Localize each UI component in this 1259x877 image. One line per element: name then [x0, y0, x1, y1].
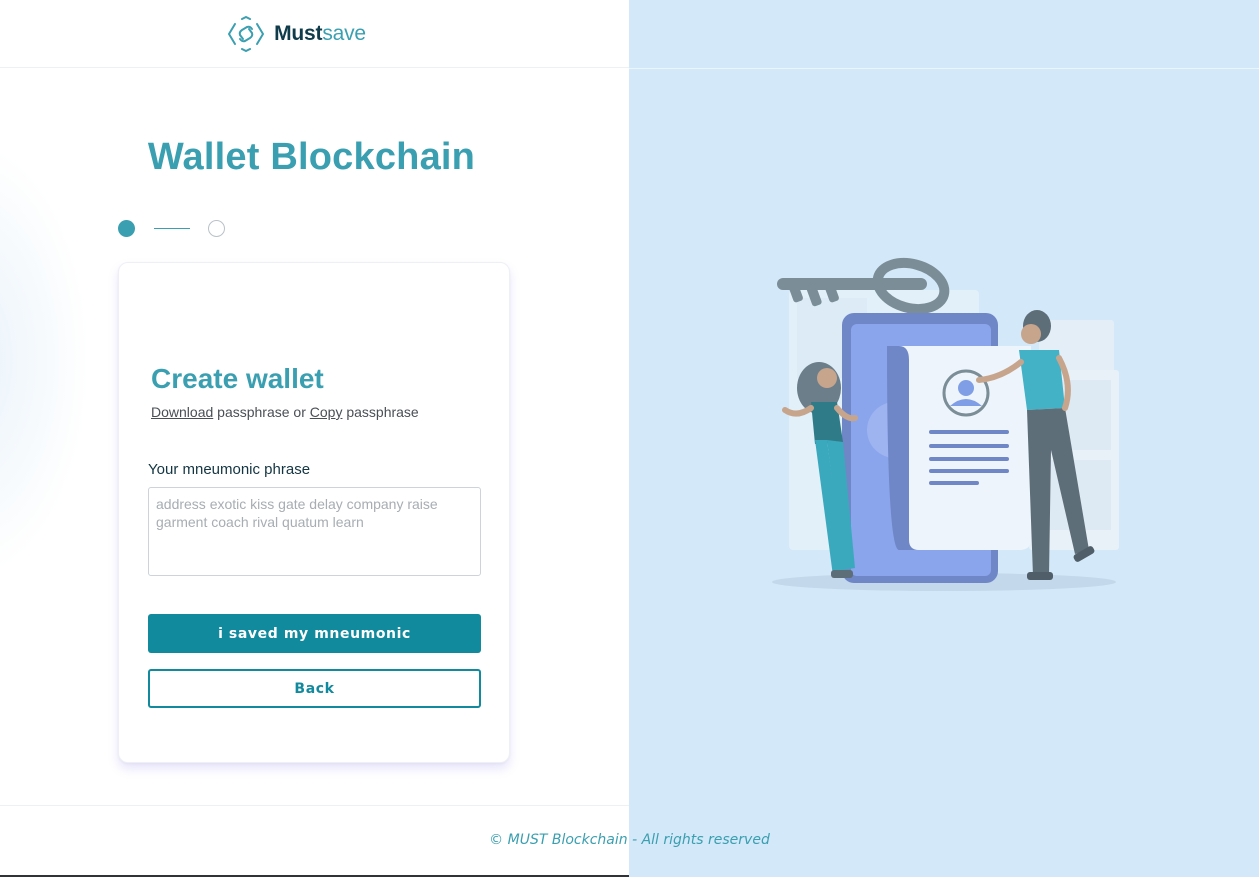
background-glow: [0, 140, 90, 580]
mnemonic-input[interactable]: [148, 487, 481, 576]
footer-copyright: © MUST Blockchain - All rights reserved: [489, 832, 770, 848]
card-title: Create wallet: [151, 363, 324, 394]
progress-stepper: [118, 219, 225, 237]
create-wallet-card: Create wallet Download passphrase or Cop…: [118, 262, 510, 763]
step-2-indicator: [208, 219, 225, 237]
step-connector: [154, 227, 190, 229]
hexagon-link-logo-icon: [227, 15, 265, 52]
left-panel: Mustsave Wallet Blockchain Create wallet…: [0, 0, 629, 877]
brand-name-part2: save: [322, 21, 366, 45]
brand-name-part1: Must: [274, 21, 323, 45]
download-passphrase-link[interactable]: Download: [151, 404, 213, 420]
right-panel: [629, 0, 1259, 877]
saved-mnemonic-button[interactable]: i saved my mneumonic: [148, 614, 481, 653]
mnemonic-label: Your mneumonic phrase: [148, 461, 311, 478]
footer-divider: [0, 805, 629, 806]
card-subtitle: Download passphrase or Copy passphrase: [151, 404, 419, 420]
brand-name: Mustsave: [274, 22, 366, 46]
subtitle-text-2: passphrase: [342, 404, 419, 420]
step-1-indicator: [118, 219, 135, 237]
subtitle-text-1: passphrase or: [213, 404, 310, 420]
header: Mustsave: [0, 0, 629, 68]
page-title: Wallet Blockchain: [147, 136, 476, 178]
back-button[interactable]: Back: [148, 669, 481, 708]
brand-logo[interactable]: Mustsave: [227, 15, 366, 52]
copy-passphrase-link[interactable]: Copy: [310, 404, 343, 420]
wallet-key-illustration: [769, 250, 1129, 600]
right-header-divider: [629, 68, 1259, 69]
